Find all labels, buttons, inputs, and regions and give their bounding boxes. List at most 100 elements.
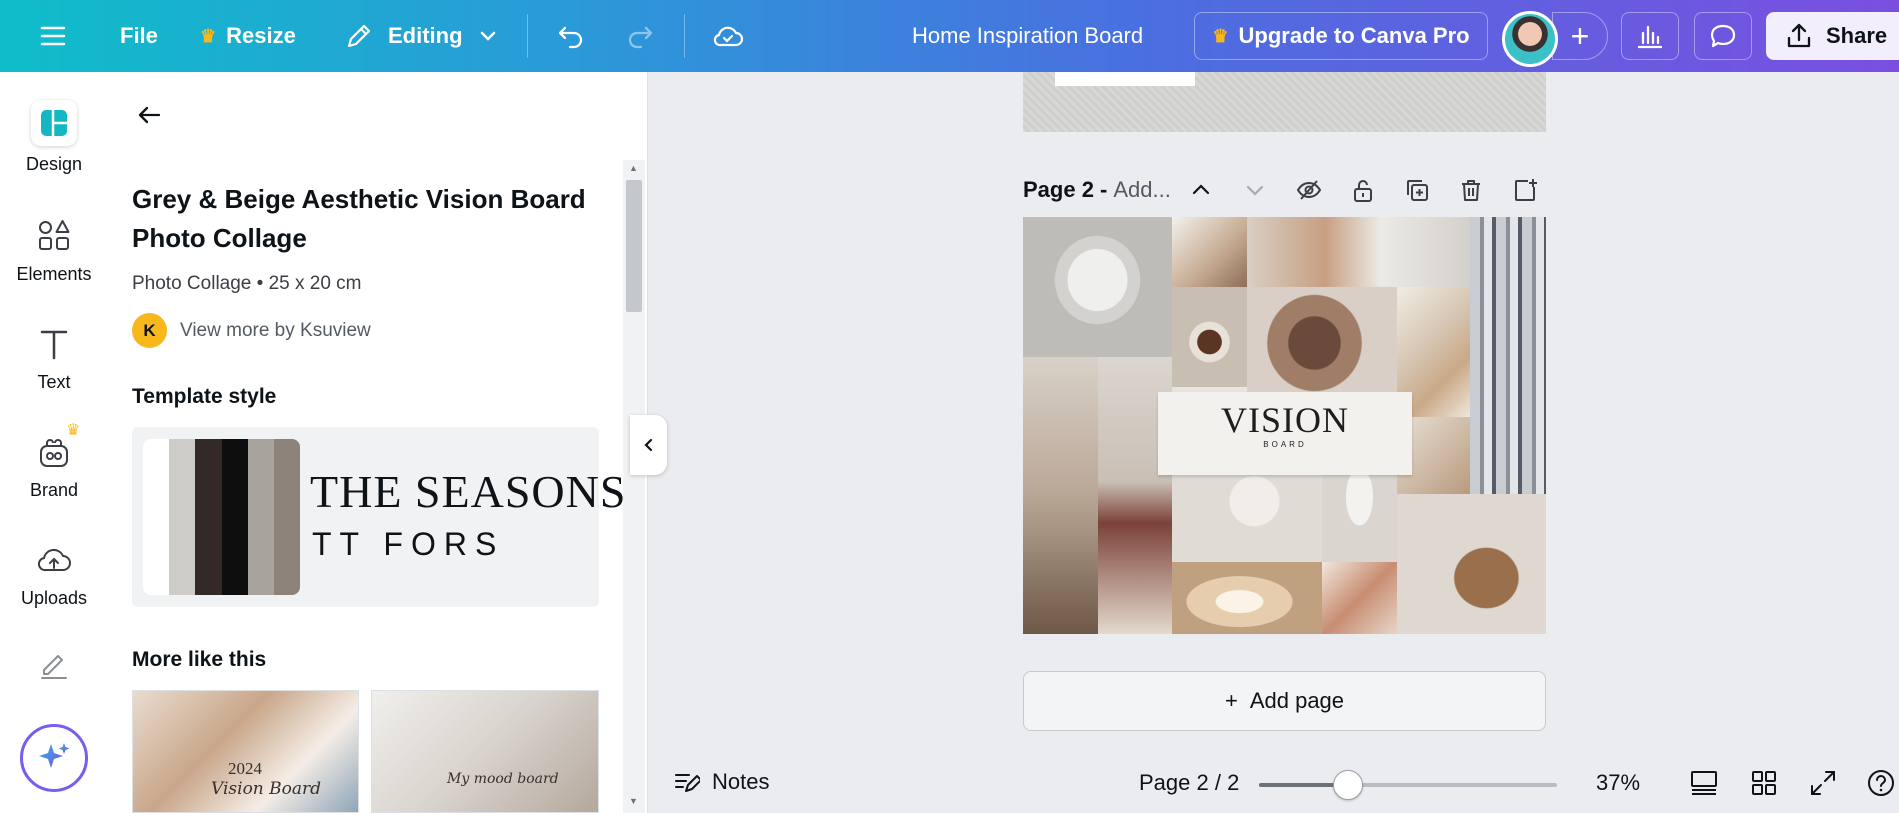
duplicate-page-icon[interactable] — [1403, 176, 1431, 204]
panel-scroll-thumb[interactable] — [626, 180, 642, 312]
add-page-label: Add page — [1249, 688, 1345, 713]
template-thumbnail-1[interactable]: 2024 Vision Board — [132, 690, 359, 813]
collage-photo — [1470, 217, 1546, 494]
chevron-down-icon — [480, 31, 495, 41]
add-page-button[interactable]: + Add page — [1023, 671, 1546, 731]
lock-icon[interactable] — [1349, 176, 1377, 204]
page-title-input[interactable]: Add... — [1113, 177, 1170, 203]
sparkle-icon — [39, 743, 70, 768]
crown-icon: ♛ — [1212, 25, 1229, 46]
vision-title-text: VISION — [1221, 400, 1349, 440]
resize-button[interactable]: ♛ Resize — [200, 0, 296, 72]
pencil-icon — [347, 24, 371, 48]
color-swatch — [221, 439, 248, 595]
comments-button[interactable] — [1694, 12, 1752, 60]
rail-item-uploads[interactable]: Uploads — [0, 540, 108, 609]
collage-photo — [1322, 562, 1397, 634]
editing-label: Editing — [388, 23, 463, 48]
magic-ai-button[interactable] — [20, 724, 88, 792]
cloud-upload-icon — [37, 548, 71, 572]
file-label: File — [120, 23, 158, 48]
crown-icon: ♛ — [200, 25, 217, 46]
rail-item-elements[interactable]: Elements — [0, 216, 108, 285]
author-initial: K — [143, 320, 156, 340]
color-swatch — [195, 439, 222, 595]
page-1-preview[interactable] — [1023, 72, 1546, 132]
hide-page-icon[interactable] — [1295, 176, 1323, 204]
vision-title-card[interactable]: VISION BOARD — [1158, 392, 1412, 475]
menu-icon[interactable] — [38, 0, 68, 72]
plus-icon: + — [1570, 17, 1590, 54]
cloud-save-status[interactable] — [711, 0, 745, 72]
author-avatar[interactable]: K — [132, 313, 167, 348]
collage-photo — [1172, 562, 1322, 634]
redo-button[interactable] — [624, 0, 656, 72]
draw-icon — [41, 655, 67, 679]
back-button[interactable] — [134, 100, 164, 135]
chevron-up-icon[interactable] — [1187, 176, 1215, 204]
page-2-header: Page 2 - Add... — [1023, 172, 1546, 208]
grid-view-icon[interactable] — [1749, 768, 1779, 798]
shapes-icon — [39, 220, 70, 250]
insights-button[interactable] — [1621, 12, 1679, 60]
document-title[interactable]: Home Inspiration Board — [912, 0, 1143, 72]
page-counter[interactable]: Page 2 / 2 — [1139, 770, 1239, 796]
design-page-2[interactable]: VISION BOARD — [1023, 217, 1546, 634]
scroll-up-arrow[interactable]: ▲ — [629, 163, 638, 173]
zoom-slider-handle[interactable] — [1333, 770, 1364, 800]
share-button[interactable]: Share — [1766, 12, 1899, 60]
undo-button[interactable] — [555, 0, 587, 72]
resize-label: Resize — [226, 23, 296, 48]
rail-item-design[interactable]: Design — [0, 100, 108, 175]
template-style-heading: Template style — [132, 385, 277, 408]
collage-photo — [1172, 217, 1247, 287]
toolbar-divider — [684, 14, 685, 58]
chevron-left-icon — [643, 438, 652, 452]
page-view-icon[interactable] — [1689, 768, 1719, 798]
trash-icon[interactable] — [1457, 176, 1485, 204]
plus-icon: + — [1224, 688, 1238, 713]
comment-icon — [1710, 24, 1736, 48]
help-icon[interactable] — [1866, 768, 1896, 798]
vision-subtitle-text: BOARD — [1263, 440, 1307, 449]
collage-photo — [1023, 357, 1098, 634]
template-thumbnail-2[interactable]: My mood board — [371, 690, 599, 813]
scroll-down-arrow[interactable]: ▼ — [629, 796, 638, 806]
more-like-this-heading: More like this — [132, 648, 267, 671]
collapse-panel-button[interactable] — [630, 415, 667, 475]
rail-item-brand[interactable]: ♛ Brand — [0, 422, 108, 501]
crown-icon: ♛ — [66, 422, 81, 439]
add-collaborator-button[interactable]: + — [1552, 12, 1608, 60]
undo-icon — [558, 26, 583, 49]
rail-item-draw[interactable] — [0, 644, 108, 692]
notes-button[interactable]: Notes — [672, 768, 769, 796]
rail-item-text[interactable]: Text — [0, 324, 108, 393]
redo-icon — [628, 26, 653, 49]
page-1-element — [1055, 72, 1195, 86]
font-preview-heading: THE SEASONS — [310, 466, 627, 517]
color-swatch — [273, 439, 300, 595]
rail-label: Text — [37, 372, 71, 392]
cloud-check-icon — [713, 26, 744, 47]
fullscreen-icon[interactable] — [1808, 768, 1838, 798]
template-title: Grey & Beige Aesthetic Vision Board Phot… — [132, 184, 586, 253]
notes-icon — [675, 774, 700, 792]
top-toolbar: File ♛ Resize Editing Home Inspiration B… — [0, 0, 1899, 72]
design-icon — [31, 100, 77, 146]
bar-chart-icon — [1637, 25, 1663, 49]
avatar[interactable] — [1502, 11, 1558, 67]
color-swatch — [169, 439, 196, 595]
author-link[interactable]: View more by Ksuview — [180, 320, 371, 342]
color-swatch — [143, 439, 170, 595]
template-meta: Photo Collage • 25 x 20 cm — [132, 273, 362, 294]
color-palette[interactable] — [143, 439, 300, 595]
page-label: Page 2 - — [1023, 177, 1108, 202]
collage-photo — [1397, 494, 1546, 634]
upgrade-pro-button[interactable]: ♛ Upgrade to Canva Pro — [1194, 12, 1488, 60]
chevron-down-icon[interactable] — [1241, 176, 1269, 204]
add-page-icon[interactable] — [1511, 176, 1539, 204]
file-menu-button[interactable]: File — [120, 0, 158, 72]
share-label: Share — [1826, 23, 1888, 48]
editing-mode-dropdown[interactable]: Editing — [344, 0, 499, 72]
zoom-percentage[interactable]: 37% — [1596, 770, 1640, 796]
